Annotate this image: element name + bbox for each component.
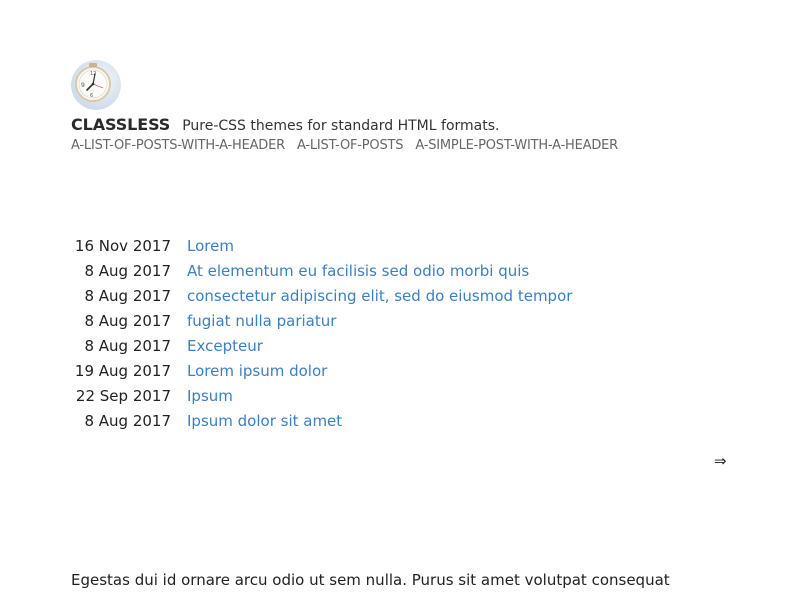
post-list: 16 Nov 2017 Lorem 8 Aug 2017 At elementu… — [71, 233, 731, 433]
list-item: 8 Aug 2017 consectetur adipiscing elit, … — [71, 283, 731, 308]
post-link[interactable]: fugiat nulla pariatur — [187, 312, 336, 330]
post-date: 8 Aug 2017 — [84, 286, 171, 305]
list-item: 8 Aug 2017 Excepteur — [71, 333, 731, 358]
post-date: 22 Sep 2017 — [75, 386, 171, 405]
post-date: 16 Nov 2017 — [74, 236, 171, 255]
post-link[interactable]: At elementum eu facilisis sed odio morbi… — [187, 262, 529, 280]
post-link[interactable]: Lorem ipsum dolor — [187, 362, 327, 380]
post-date: 8 Aug 2017 — [84, 261, 171, 280]
nav-item-a-list-of-posts-with-a-header[interactable]: A-LIST-OF-POSTS-WITH-A-HEADER — [71, 138, 285, 153]
clock-avatar-icon[interactable]: 9 12 6 — [71, 60, 121, 110]
nav-item-a-list-of-posts[interactable]: A-LIST-OF-POSTS — [297, 138, 404, 153]
list-item: 22 Sep 2017 Ipsum — [71, 383, 731, 408]
post-date: 8 Aug 2017 — [84, 336, 171, 355]
site-header: 9 12 6 CLASSLESS Pure-CSS themes for sta… — [71, 60, 731, 153]
post-excerpt: Egestas dui id ornare arcu odio ut sem n… — [71, 571, 670, 589]
list-item: 16 Nov 2017 Lorem — [71, 233, 731, 258]
post-link[interactable]: Ipsum — [187, 387, 233, 405]
site-tagline: Pure-CSS themes for standard HTML format… — [182, 118, 500, 134]
svg-text:6: 6 — [90, 93, 93, 99]
next-page-arrow-icon[interactable]: ⇒ — [714, 452, 727, 470]
clock-avatar-graphic: 9 12 6 — [71, 60, 121, 110]
list-item: 19 Aug 2017 Lorem ipsum dolor — [71, 358, 731, 383]
list-item: 8 Aug 2017 Ipsum dolor sit amet — [71, 408, 731, 433]
brand-row: CLASSLESS Pure-CSS themes for standard H… — [71, 115, 731, 135]
list-item: 8 Aug 2017 fugiat nulla pariatur — [71, 308, 731, 333]
site-title[interactable]: CLASSLESS — [71, 115, 170, 134]
post-date: 8 Aug 2017 — [84, 411, 171, 430]
svg-text:9: 9 — [81, 82, 85, 89]
main-nav: A-LIST-OF-POSTS-WITH-A-HEADER A-LIST-OF-… — [71, 138, 731, 153]
list-item: 8 Aug 2017 At elementum eu facilisis sed… — [71, 258, 731, 283]
nav-item-a-simple-post-with-a-header[interactable]: A-SIMPLE-POST-WITH-A-HEADER — [415, 138, 618, 153]
post-date: 19 Aug 2017 — [74, 361, 171, 380]
post-link[interactable]: Excepteur — [187, 337, 263, 355]
post-link[interactable]: consectetur adipiscing elit, sed do eius… — [187, 287, 572, 305]
post-date: 8 Aug 2017 — [84, 311, 171, 330]
post-link[interactable]: Lorem — [187, 237, 234, 255]
post-link[interactable]: Ipsum dolor sit amet — [187, 412, 342, 430]
